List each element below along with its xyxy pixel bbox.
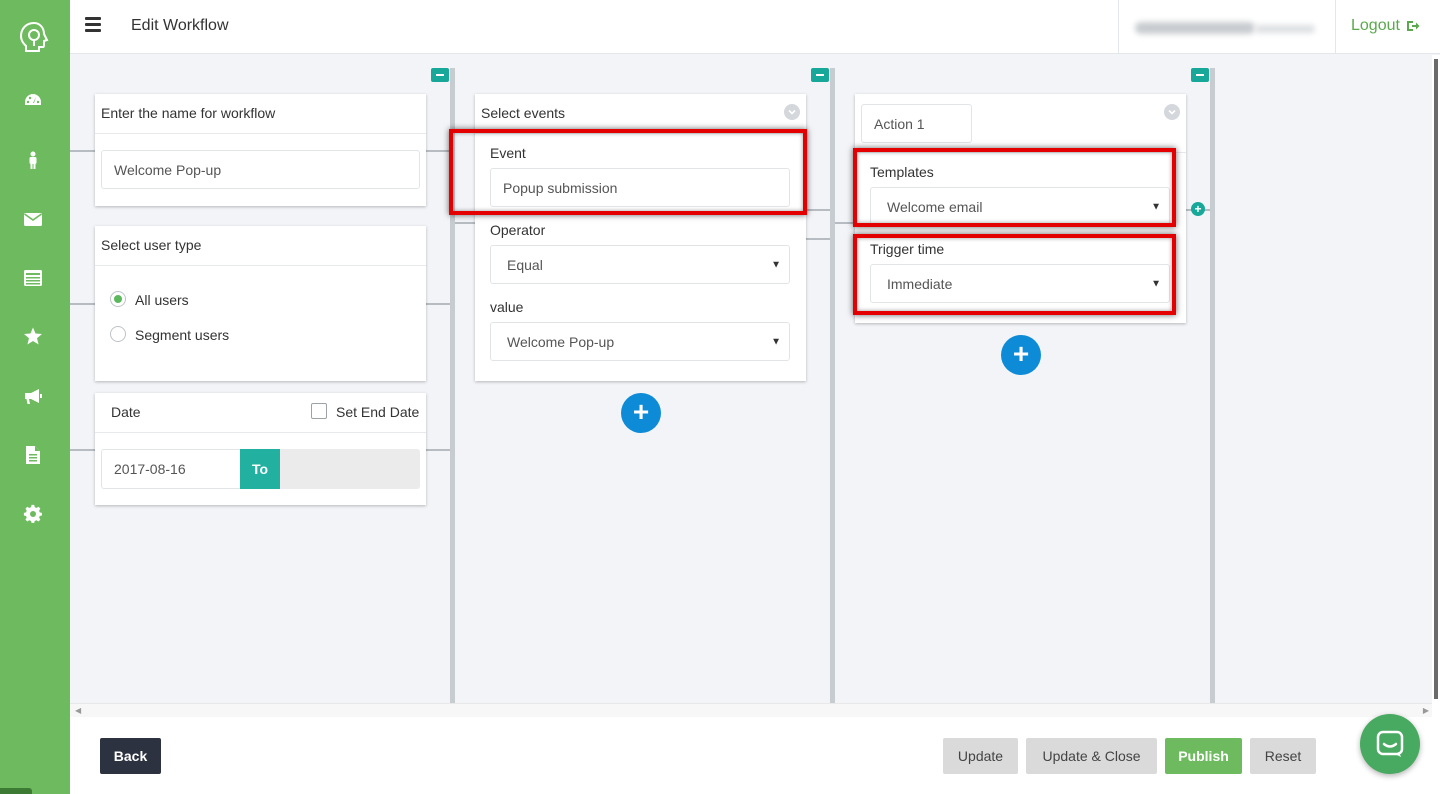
- blurred-username: [1135, 22, 1255, 34]
- chevron-down-icon[interactable]: [1164, 104, 1180, 120]
- set-end-date-checkbox[interactable]: [311, 403, 327, 419]
- card-title: Select user type: [101, 237, 202, 253]
- column-divider: [830, 68, 835, 703]
- connector-line: [835, 222, 855, 224]
- add-event-button[interactable]: +: [621, 393, 661, 433]
- highlight-trigger-box: [853, 234, 1176, 315]
- horizontal-scrollbar[interactable]: ◀ ▶: [70, 703, 1432, 717]
- gear-icon[interactable]: [22, 503, 44, 525]
- caret-down-icon: ▼: [771, 259, 781, 270]
- value-select[interactable]: Welcome Pop-up ▼: [490, 322, 790, 361]
- document-icon[interactable]: [22, 444, 44, 466]
- page-title: Edit Workflow: [131, 17, 229, 34]
- connector-line: [426, 150, 451, 152]
- plus-icon: +: [1012, 338, 1030, 369]
- sign-out-icon: [1406, 21, 1420, 31]
- add-action-connector-icon[interactable]: +: [1191, 202, 1205, 216]
- mail-icon[interactable]: [22, 208, 44, 230]
- dashboard-icon[interactable]: [22, 90, 44, 112]
- connector-line: [70, 449, 95, 451]
- operator-select[interactable]: Equal ▼: [490, 245, 790, 284]
- megaphone-icon[interactable]: [22, 385, 44, 407]
- list-icon[interactable]: [22, 267, 44, 289]
- plus-icon: +: [632, 396, 650, 427]
- collapse-column-button[interactable]: [1191, 68, 1209, 82]
- connector-line: [426, 303, 451, 305]
- publish-button[interactable]: Publish: [1165, 738, 1242, 774]
- brain-head-logo-icon[interactable]: [17, 20, 51, 54]
- start-date-input[interactable]: 2017-08-16: [101, 449, 241, 489]
- star-icon[interactable]: [22, 325, 44, 347]
- reset-button[interactable]: Reset: [1250, 738, 1316, 774]
- card-title: Date: [111, 404, 141, 420]
- connector-line: [70, 303, 95, 305]
- sidebar-bottom-indicator: [0, 788, 32, 794]
- to-label: To: [240, 449, 280, 489]
- blurred-user-detail: [1255, 25, 1315, 33]
- update-button[interactable]: Update: [943, 738, 1018, 774]
- column-divider: [1210, 68, 1215, 703]
- user-icon[interactable]: [22, 149, 44, 171]
- logout-link[interactable]: Logout: [1351, 17, 1420, 35]
- hamburger-menu-icon[interactable]: [85, 17, 101, 32]
- card-title: Select events: [481, 105, 566, 121]
- highlight-event-box: [449, 129, 807, 215]
- operator-value: Equal: [507, 256, 543, 273]
- add-action-button[interactable]: +: [1001, 335, 1041, 375]
- scroll-left-arrow-icon[interactable]: ◀: [75, 706, 81, 715]
- workflow-name-card: Enter the name for workflow Welcome Pop-…: [95, 94, 426, 206]
- update-close-button[interactable]: Update & Close: [1026, 738, 1157, 774]
- vertical-scrollbar[interactable]: [1432, 55, 1440, 717]
- action-1-tab[interactable]: Action 1: [861, 104, 972, 143]
- chat-widget-button[interactable]: [1360, 714, 1420, 774]
- end-date-input[interactable]: [280, 449, 420, 489]
- chevron-down-icon[interactable]: [784, 104, 800, 120]
- connector-line: [806, 238, 832, 240]
- date-card: Date Set End Date 2017-08-16 To: [95, 393, 426, 505]
- collapse-column-button[interactable]: [431, 68, 449, 82]
- value-value: Welcome Pop-up: [507, 333, 615, 350]
- collapse-column-button[interactable]: [811, 68, 829, 82]
- sidebar: [0, 0, 70, 794]
- radio-all-users[interactable]: [110, 291, 126, 307]
- scrollbar-thumb[interactable]: [1434, 59, 1438, 699]
- connector-line: [455, 222, 475, 224]
- logout-label: Logout: [1351, 17, 1400, 34]
- user-type-card: Select user type All users Segment users: [95, 226, 426, 381]
- radio-segment-users[interactable]: [110, 326, 126, 342]
- connector-line: [806, 209, 832, 211]
- card-title: Enter the name for workflow: [101, 105, 276, 121]
- connector-line: [70, 150, 95, 152]
- card-divider: [95, 265, 426, 266]
- footer-bar: Back Update Update & Close Publish Reset: [70, 714, 1440, 794]
- top-header: Edit Workflow Logout: [70, 0, 1440, 54]
- radio-label: All users: [135, 292, 189, 308]
- user-info[interactable]: [1118, 0, 1336, 54]
- value-label: value: [490, 299, 524, 315]
- operator-label: Operator: [490, 222, 546, 238]
- caret-down-icon: ▼: [771, 336, 781, 347]
- chat-icon: [1376, 730, 1404, 757]
- checkbox-label: Set End Date: [336, 404, 420, 420]
- highlight-templates-box: [853, 148, 1176, 227]
- scroll-right-arrow-icon[interactable]: ▶: [1423, 706, 1429, 715]
- card-divider: [95, 432, 426, 433]
- workflow-name-input[interactable]: Welcome Pop-up: [101, 150, 420, 189]
- connector-line: [426, 449, 451, 451]
- back-button[interactable]: Back: [100, 738, 161, 774]
- radio-label: Segment users: [135, 327, 230, 343]
- card-divider: [95, 133, 426, 134]
